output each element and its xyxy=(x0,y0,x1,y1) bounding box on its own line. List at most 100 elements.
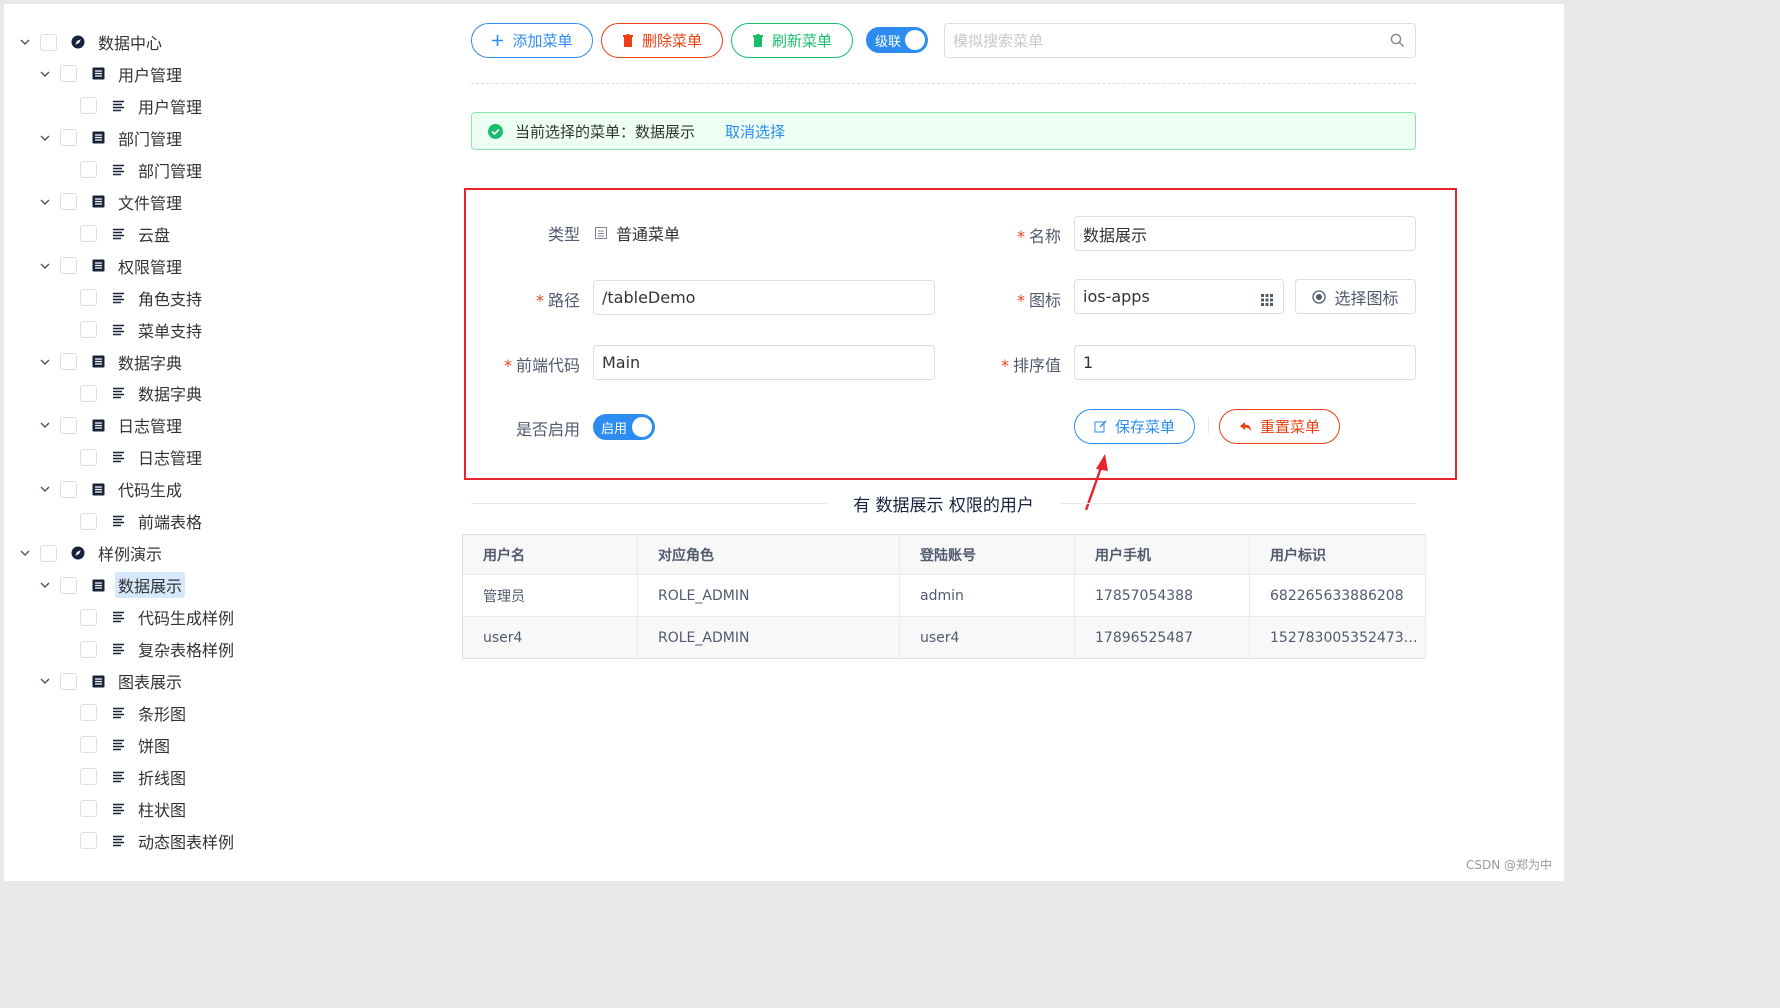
tree-node-label[interactable]: 代码生成 xyxy=(115,476,185,502)
tree-node[interactable]: 角色支持 xyxy=(58,285,205,311)
reset-menu-button[interactable]: 重置菜单 xyxy=(1219,409,1340,444)
chevron-down-icon[interactable] xyxy=(38,355,52,369)
tree-node[interactable]: 云盘 xyxy=(58,221,173,247)
tree-node-checkbox[interactable] xyxy=(60,65,77,83)
tree-node[interactable]: 前端表格 xyxy=(58,508,205,534)
chevron-down-icon[interactable] xyxy=(38,131,52,145)
tree-node[interactable]: 用户管理 xyxy=(38,61,185,87)
tree-node-label[interactable]: 饼图 xyxy=(135,732,173,758)
tree-node[interactable]: 数据字典 xyxy=(38,349,185,375)
tree-node[interactable]: 复杂表格样例 xyxy=(58,636,237,662)
tree-node-checkbox[interactable] xyxy=(80,321,97,339)
tree-node-label[interactable]: 图表展示 xyxy=(115,668,185,694)
search-icon[interactable] xyxy=(1390,33,1405,52)
delete-menu-button[interactable]: 删除菜单 xyxy=(601,23,723,58)
tree-node[interactable]: 日志管理 xyxy=(38,412,185,438)
tree-node-checkbox[interactable] xyxy=(80,512,97,530)
tree-node-checkbox[interactable] xyxy=(80,640,97,658)
refresh-menu-button[interactable]: 刷新菜单 xyxy=(731,23,853,58)
search-input[interactable] xyxy=(945,24,1365,57)
tree-node[interactable]: 数据字典 xyxy=(58,380,205,406)
tree-node-checkbox[interactable] xyxy=(60,129,77,147)
chevron-down-icon[interactable] xyxy=(38,259,52,273)
tree-node-checkbox[interactable] xyxy=(80,97,97,115)
tree-node[interactable]: 条形图 xyxy=(58,700,189,726)
tree-node-label[interactable]: 文件管理 xyxy=(115,189,185,215)
tree-node-label[interactable]: 条形图 xyxy=(135,700,189,726)
chevron-down-icon[interactable] xyxy=(38,67,52,81)
tree-node-checkbox[interactable] xyxy=(60,353,77,370)
tree-node-checkbox[interactable] xyxy=(80,161,97,179)
tree-node-checkbox[interactable] xyxy=(60,480,77,498)
tree-node-checkbox[interactable] xyxy=(60,193,77,211)
add-menu-button[interactable]: 添加菜单 xyxy=(471,23,593,58)
tree-node-checkbox[interactable] xyxy=(60,672,77,690)
tree-node-checkbox[interactable] xyxy=(60,416,77,434)
cancel-selection-link[interactable]: 取消选择 xyxy=(725,121,785,142)
tree-node[interactable]: 部门管理 xyxy=(38,125,185,151)
tree-node[interactable]: 折线图 xyxy=(58,764,189,790)
enable-toggle[interactable]: 启用 xyxy=(593,414,655,440)
tree-node[interactable]: 数据展示 xyxy=(38,572,186,599)
tree-node[interactable]: 饼图 xyxy=(58,732,173,758)
tree-node-label[interactable]: 数据字典 xyxy=(115,349,185,375)
tree-node[interactable]: 代码生成样例 xyxy=(58,604,237,630)
tree-node-label[interactable]: 折线图 xyxy=(135,764,189,790)
path-field[interactable]: /tableDemo xyxy=(593,280,935,315)
tree-node[interactable]: 部门管理 xyxy=(58,157,205,183)
tree-node-label[interactable]: 数据展示 xyxy=(115,572,186,599)
tree-node[interactable]: 代码生成 xyxy=(38,476,185,502)
tree-node-checkbox[interactable] xyxy=(80,225,97,243)
tree-node-label[interactable]: 部门管理 xyxy=(135,157,205,183)
tree-node-label[interactable]: 样例演示 xyxy=(95,540,165,566)
save-menu-button[interactable]: 保存菜单 xyxy=(1074,409,1195,444)
tree-node[interactable]: 文件管理 xyxy=(38,189,185,215)
tree-node-label[interactable]: 部门管理 xyxy=(115,125,185,151)
tree-node-label[interactable]: 用户管理 xyxy=(135,93,205,119)
chevron-down-icon[interactable] xyxy=(38,195,52,209)
table-row[interactable]: user4 ROLE_ADMIN user4 17896525487 15278… xyxy=(462,616,1426,659)
chevron-down-icon[interactable] xyxy=(38,418,52,432)
tree-node-checkbox[interactable] xyxy=(80,768,97,786)
tree-node[interactable]: 用户管理 xyxy=(58,93,205,119)
tree-node-checkbox[interactable] xyxy=(80,608,97,626)
choose-icon-button[interactable]: 选择图标 xyxy=(1295,279,1416,314)
chevron-down-icon[interactable] xyxy=(18,546,32,560)
tree-node-checkbox[interactable] xyxy=(80,448,97,466)
tree-node-label[interactable]: 权限管理 xyxy=(115,253,185,279)
tree-node[interactable]: 图表展示 xyxy=(38,668,185,694)
icon-field[interactable]: ios-apps xyxy=(1074,279,1284,314)
tree-node-label[interactable]: 复杂表格样例 xyxy=(135,636,237,662)
tree-node-checkbox[interactable] xyxy=(80,736,97,754)
tree-node[interactable]: 日志管理 xyxy=(58,444,205,470)
cascade-toggle[interactable]: 级联 xyxy=(866,27,928,53)
tree-node-checkbox[interactable] xyxy=(80,289,97,307)
tree-node-label[interactable]: 云盘 xyxy=(135,221,173,247)
name-field[interactable]: 数据展示 xyxy=(1074,216,1416,251)
tree-node-checkbox[interactable] xyxy=(40,544,57,562)
tree-node[interactable]: 数据中心 xyxy=(18,29,165,55)
tree-node-label[interactable]: 前端表格 xyxy=(135,508,205,534)
tree-node-label[interactable]: 数据字典 xyxy=(135,380,205,406)
tree-node-checkbox[interactable] xyxy=(40,33,57,51)
tree-node-checkbox[interactable] xyxy=(60,257,77,275)
tree-node-label[interactable]: 代码生成样例 xyxy=(135,604,237,630)
tree-node-checkbox[interactable] xyxy=(80,800,97,818)
tree-node-label[interactable]: 日志管理 xyxy=(135,444,205,470)
chevron-down-icon[interactable] xyxy=(38,578,52,592)
chevron-down-icon[interactable] xyxy=(38,482,52,496)
table-row[interactable]: 管理员 ROLE_ADMIN admin 17857054388 6822656… xyxy=(462,574,1426,617)
tree-node-label[interactable]: 用户管理 xyxy=(115,61,185,87)
tree-node[interactable]: 柱状图 xyxy=(58,796,189,822)
chevron-down-icon[interactable] xyxy=(18,35,32,49)
tree-node-label[interactable]: 角色支持 xyxy=(135,285,205,311)
tree-node-label[interactable]: 数据中心 xyxy=(95,29,165,55)
tree-node-checkbox[interactable] xyxy=(80,704,97,722)
tree-node-label[interactable]: 菜单支持 xyxy=(135,317,205,343)
tree-node-checkbox[interactable] xyxy=(80,832,97,850)
tree-node-label[interactable]: 柱状图 xyxy=(135,796,189,822)
tree-node-label[interactable]: 日志管理 xyxy=(115,412,185,438)
chevron-down-icon[interactable] xyxy=(38,674,52,688)
tree-node[interactable]: 权限管理 xyxy=(38,253,185,279)
tree-node[interactable]: 动态图表样例 xyxy=(58,828,237,854)
